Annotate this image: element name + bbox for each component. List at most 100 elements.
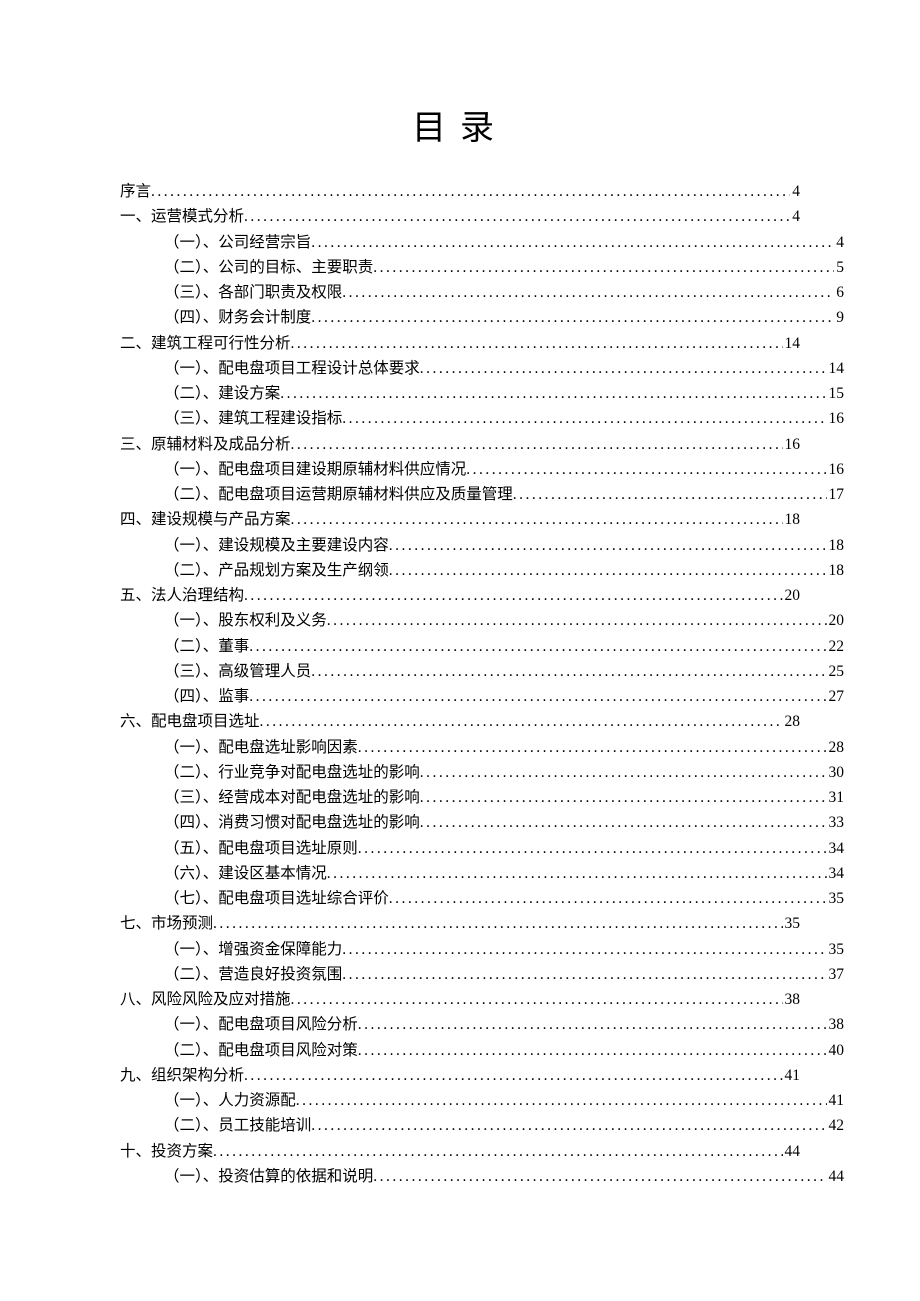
- toc-entry-label: （一）、公司经营宗旨: [164, 230, 311, 255]
- toc-entry-label: 十、投资方案: [120, 1139, 213, 1164]
- toc-entry-label: （二）、行业竞争对配电盘选址的影响: [164, 760, 420, 785]
- toc-entry-label: （一）、增强资金保障能力: [164, 937, 342, 962]
- toc-entry-label: （二）、营造良好投资氛围: [164, 962, 342, 987]
- toc-leader-dots: [291, 432, 783, 457]
- toc-leader-dots: [291, 331, 783, 356]
- toc-entry-label: （四）、财务会计制度: [164, 305, 311, 330]
- toc-entry-page: 30: [827, 760, 845, 785]
- toc-entry-label: （一）、人力资源配: [164, 1088, 296, 1113]
- toc-leader-dots: [311, 230, 834, 255]
- toc-entry-label: （一）、配电盘选址影响因素: [164, 735, 358, 760]
- toc-entry-page: 41: [827, 1088, 845, 1113]
- toc-entry-page: 34: [827, 861, 845, 886]
- toc-entry-label: （三）、经营成本对配电盘选址的影响: [164, 785, 420, 810]
- toc-entry: （五）、配电盘项目选址原则34: [120, 836, 844, 861]
- toc-entry: （一）、建设规模及主要建设内容18: [120, 533, 844, 558]
- toc-leader-dots: [280, 381, 826, 406]
- toc-entry: （一）、人力资源配 41: [120, 1088, 844, 1113]
- toc-entry: 七、市场预测35: [120, 911, 800, 936]
- toc-entry-page: 16: [827, 457, 845, 482]
- toc-entry: （一）、配电盘项目建设期原辅材料供应情况 16: [120, 457, 844, 482]
- toc-entry-label: （二）、董事: [164, 634, 249, 659]
- toc-entry-page: 37: [827, 962, 845, 987]
- toc-leader-dots: [389, 558, 827, 583]
- toc-leader-dots: [311, 1113, 826, 1138]
- toc-entry-label: （三）、建筑工程建设指标: [164, 406, 342, 431]
- toc-entry: （二）、配电盘项目运营期原辅材料供应及质量管理17: [120, 482, 844, 507]
- toc-leader-dots: [249, 634, 826, 659]
- toc-entry-page: 18: [827, 533, 845, 558]
- toc-entry-label: （三）、高级管理人员: [164, 659, 311, 684]
- toc-entry-label: （四）、监事: [164, 684, 249, 709]
- toc-leader-dots: [327, 861, 827, 886]
- toc-entry-page: 18: [783, 507, 801, 532]
- toc-leader-dots: [358, 1038, 827, 1063]
- toc-entry: （一）、投资估算的依据和说明44: [120, 1164, 844, 1189]
- toc-entry-page: 25: [827, 659, 845, 684]
- toc-leader-dots: [358, 735, 827, 760]
- toc-entry-label: （二）、配电盘项目风险对策: [164, 1038, 358, 1063]
- toc-entry: 八、风险风险及应对措施38: [120, 987, 800, 1012]
- toc-entry-page: 34: [827, 836, 845, 861]
- toc-entry-label: （二）、员工技能培训: [164, 1113, 311, 1138]
- toc-entry: （四）、监事27: [120, 684, 844, 709]
- toc-leader-dots: [311, 659, 826, 684]
- toc-entry: （三）、建筑工程建设指标16: [120, 406, 844, 431]
- toc-entry-page: 20: [827, 608, 845, 633]
- toc-leader-dots: [151, 179, 790, 204]
- toc-entry-label: （四）、消费习惯对配电盘选址的影响: [164, 810, 420, 835]
- toc-entry: （一）、增强资金保障能力35: [120, 937, 844, 962]
- toc-entry: （二）、董事 22: [120, 634, 844, 659]
- toc-leader-dots: [260, 709, 783, 734]
- toc-entry: 五、法人治理结构20: [120, 583, 800, 608]
- toc-leader-dots: [327, 608, 827, 633]
- toc-entry-label: 五、法人治理结构: [120, 583, 244, 608]
- toc-entry: （一）、配电盘项目工程设计总体要求14: [120, 356, 844, 381]
- toc-entry: 一、运营模式分析4: [120, 204, 800, 229]
- toc-entry: （七）、配电盘项目选址综合评价 35: [120, 886, 844, 911]
- table-of-contents: 序言4一、运营模式分析4（一）、公司经营宗旨4（二）、公司的目标、主要职责5（三…: [120, 179, 800, 1189]
- toc-entry-page: 9: [834, 305, 844, 330]
- toc-leader-dots: [420, 810, 827, 835]
- toc-entry: 序言 4: [120, 179, 800, 204]
- toc-entry-label: 六、配电盘项目选址: [120, 709, 260, 734]
- toc-leader-dots: [213, 1139, 782, 1164]
- toc-leader-dots: [466, 457, 826, 482]
- toc-entry-page: 16: [783, 432, 801, 457]
- toc-entry: （四）、财务会计制度 9: [120, 305, 844, 330]
- toc-leader-dots: [358, 836, 827, 861]
- toc-entry: （二）、配电盘项目风险对策 40: [120, 1038, 844, 1063]
- toc-entry: （二）、营造良好投资氛围 37: [120, 962, 844, 987]
- toc-entry: 二、建筑工程可行性分析14: [120, 331, 800, 356]
- toc-leader-dots: [420, 356, 827, 381]
- toc-entry-page: 35: [827, 886, 845, 911]
- toc-entry-page: 6: [834, 280, 844, 305]
- toc-entry-page: 40: [827, 1038, 845, 1063]
- toc-entry-label: 序言: [120, 179, 151, 204]
- toc-entry-page: 4: [834, 230, 844, 255]
- toc-entry: （二）、公司的目标、主要职责5: [120, 255, 844, 280]
- toc-entry: （二）、建设方案15: [120, 381, 844, 406]
- toc-entry-label: 三、原辅材料及成品分析: [120, 432, 291, 457]
- toc-entry-label: 九、组织架构分析: [120, 1063, 244, 1088]
- toc-entry-page: 28: [827, 735, 845, 760]
- toc-entry-page: 14: [783, 331, 801, 356]
- toc-entry-page: 35: [783, 911, 801, 936]
- toc-entry-page: 31: [827, 785, 845, 810]
- toc-entry-label: （一）、配电盘项目建设期原辅材料供应情况: [164, 457, 466, 482]
- toc-entry-page: 4: [790, 179, 800, 204]
- toc-leader-dots: [389, 886, 827, 911]
- toc-entry-label: （六）、建设区基本情况: [164, 861, 327, 886]
- toc-entry-label: （七）、配电盘项目选址综合评价: [164, 886, 389, 911]
- toc-entry-page: 44: [827, 1164, 845, 1189]
- toc-entry-page: 18: [827, 558, 845, 583]
- toc-entry: （一）、公司经营宗旨 4: [120, 230, 844, 255]
- page-title: 目录: [120, 100, 800, 149]
- toc-entry-label: （一）、配电盘项目风险分析: [164, 1012, 358, 1037]
- toc-leader-dots: [373, 255, 834, 280]
- toc-entry-label: （一）、配电盘项目工程设计总体要求: [164, 356, 420, 381]
- toc-entry-label: （二）、产品规划方案及生产纲领: [164, 558, 389, 583]
- toc-entry-page: 22: [827, 634, 845, 659]
- document-page: 目录 序言4一、运营模式分析4（一）、公司经营宗旨4（二）、公司的目标、主要职责…: [0, 0, 920, 1249]
- toc-leader-dots: [358, 1012, 827, 1037]
